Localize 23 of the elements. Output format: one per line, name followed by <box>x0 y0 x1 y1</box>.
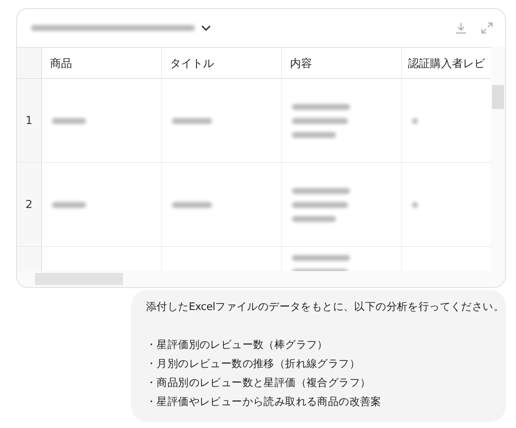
list-item: ・商品別のレビュー数と星評価（複合グラフ） <box>146 376 372 391</box>
list-item: ・星評価やレビューから読み取れる商品の改善案 <box>146 395 382 410</box>
column-header: 商品 <box>42 48 162 78</box>
blurred-text <box>292 188 350 222</box>
vertical-scrollbar[interactable] <box>491 47 505 271</box>
blurred-text <box>52 202 86 208</box>
row-number: 2 <box>17 163 42 246</box>
column-header: タイトル <box>162 48 282 78</box>
blurred-text <box>172 118 212 124</box>
list-item: ・月別のレビュー数の推移（折れ線グラフ） <box>146 357 362 372</box>
horizontal-scrollbar[interactable] <box>17 271 505 287</box>
blurred-text <box>172 202 212 208</box>
column-header: 内容 <box>282 48 402 78</box>
download-icon[interactable] <box>455 22 467 34</box>
blurred-text <box>52 118 86 124</box>
blurred-text <box>292 104 350 138</box>
blurred-text <box>412 118 418 124</box>
row-number: 1 <box>17 79 42 162</box>
blurred-text <box>412 202 418 208</box>
list-item: ・星評価別のレビュー数（棒グラフ） <box>146 338 329 353</box>
chevron-down-icon[interactable] <box>201 24 211 32</box>
column-header: 認証購入者レビ <box>407 56 486 72</box>
expand-icon[interactable] <box>481 22 493 34</box>
